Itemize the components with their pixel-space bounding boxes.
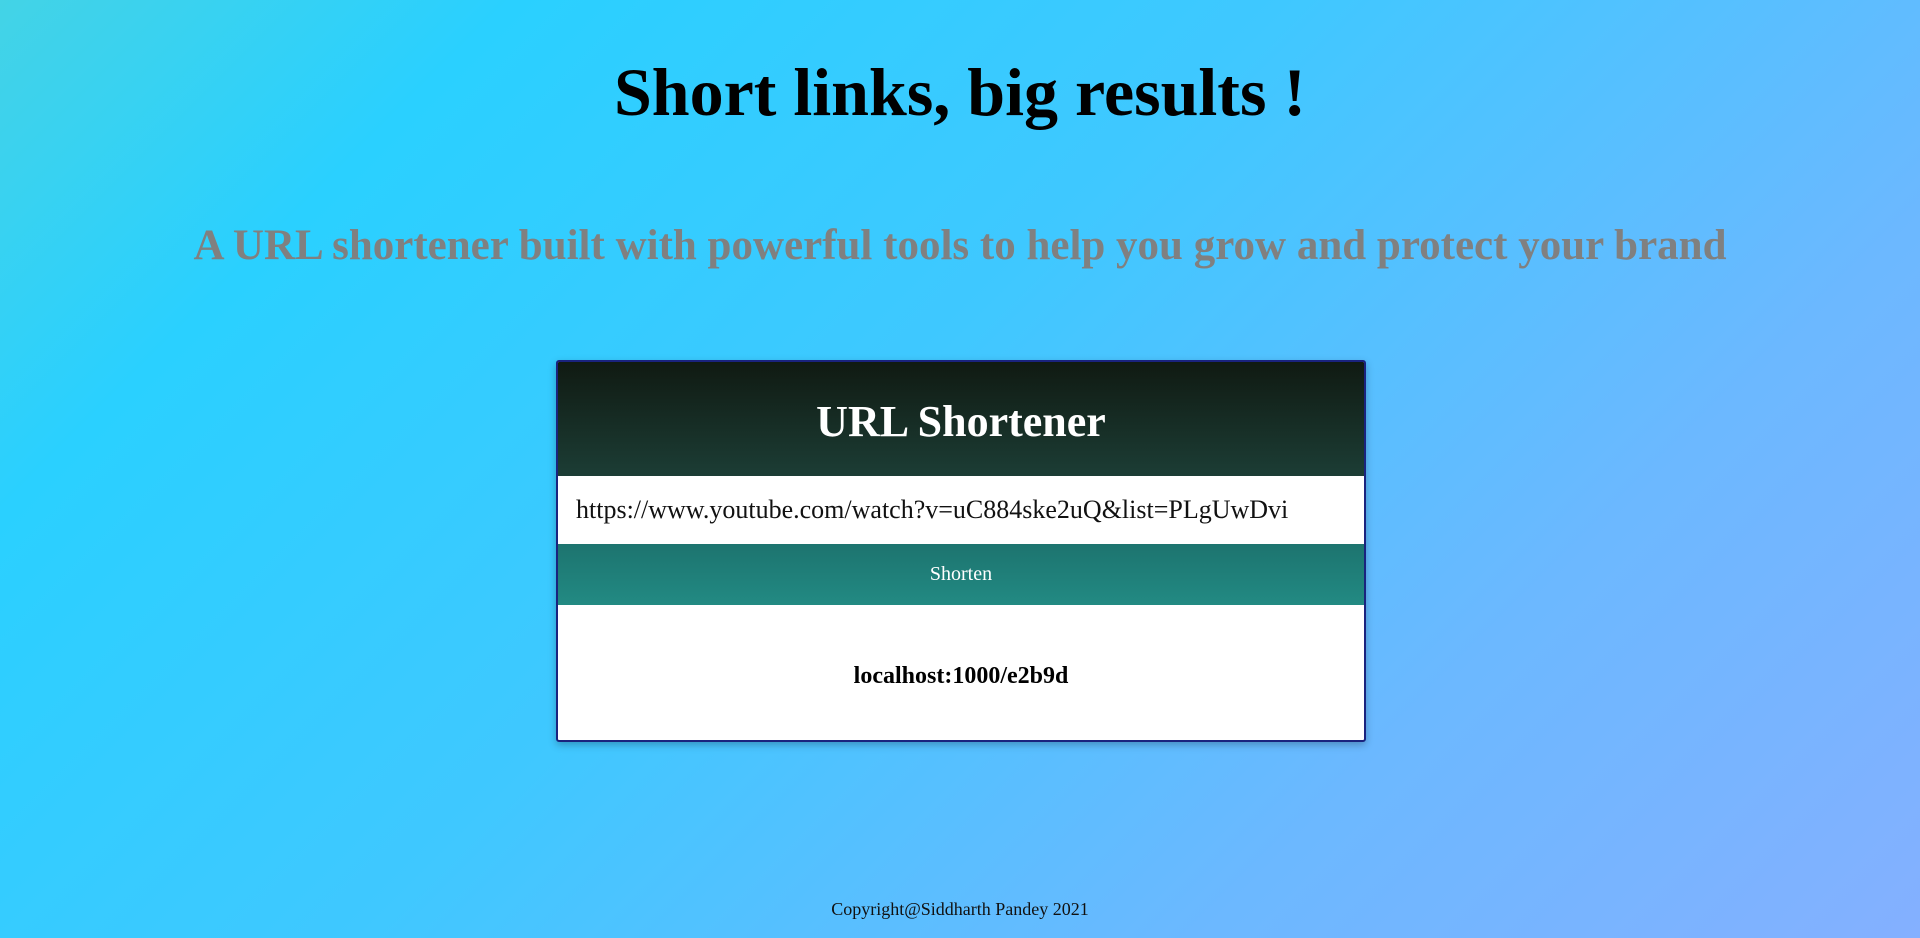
url-shortener-card: URL Shortener Shorten localhost:1000/e2b… (556, 360, 1366, 742)
shorten-button[interactable]: Shorten (558, 544, 1364, 605)
hero-subtitle: A URL shortener built with powerful tool… (193, 222, 1727, 269)
url-input[interactable] (558, 476, 1364, 544)
card-title: URL Shortener (816, 396, 1106, 446)
hero-title: Short links, big results ! (613, 54, 1307, 130)
result-area: localhost:1000/e2b9d (558, 605, 1364, 738)
short-url-result[interactable]: localhost:1000/e2b9d (854, 653, 1069, 690)
footer-copyright: Copyright@Siddharth Pandey 2021 (831, 899, 1089, 919)
card-header: URL Shortener (558, 362, 1364, 476)
